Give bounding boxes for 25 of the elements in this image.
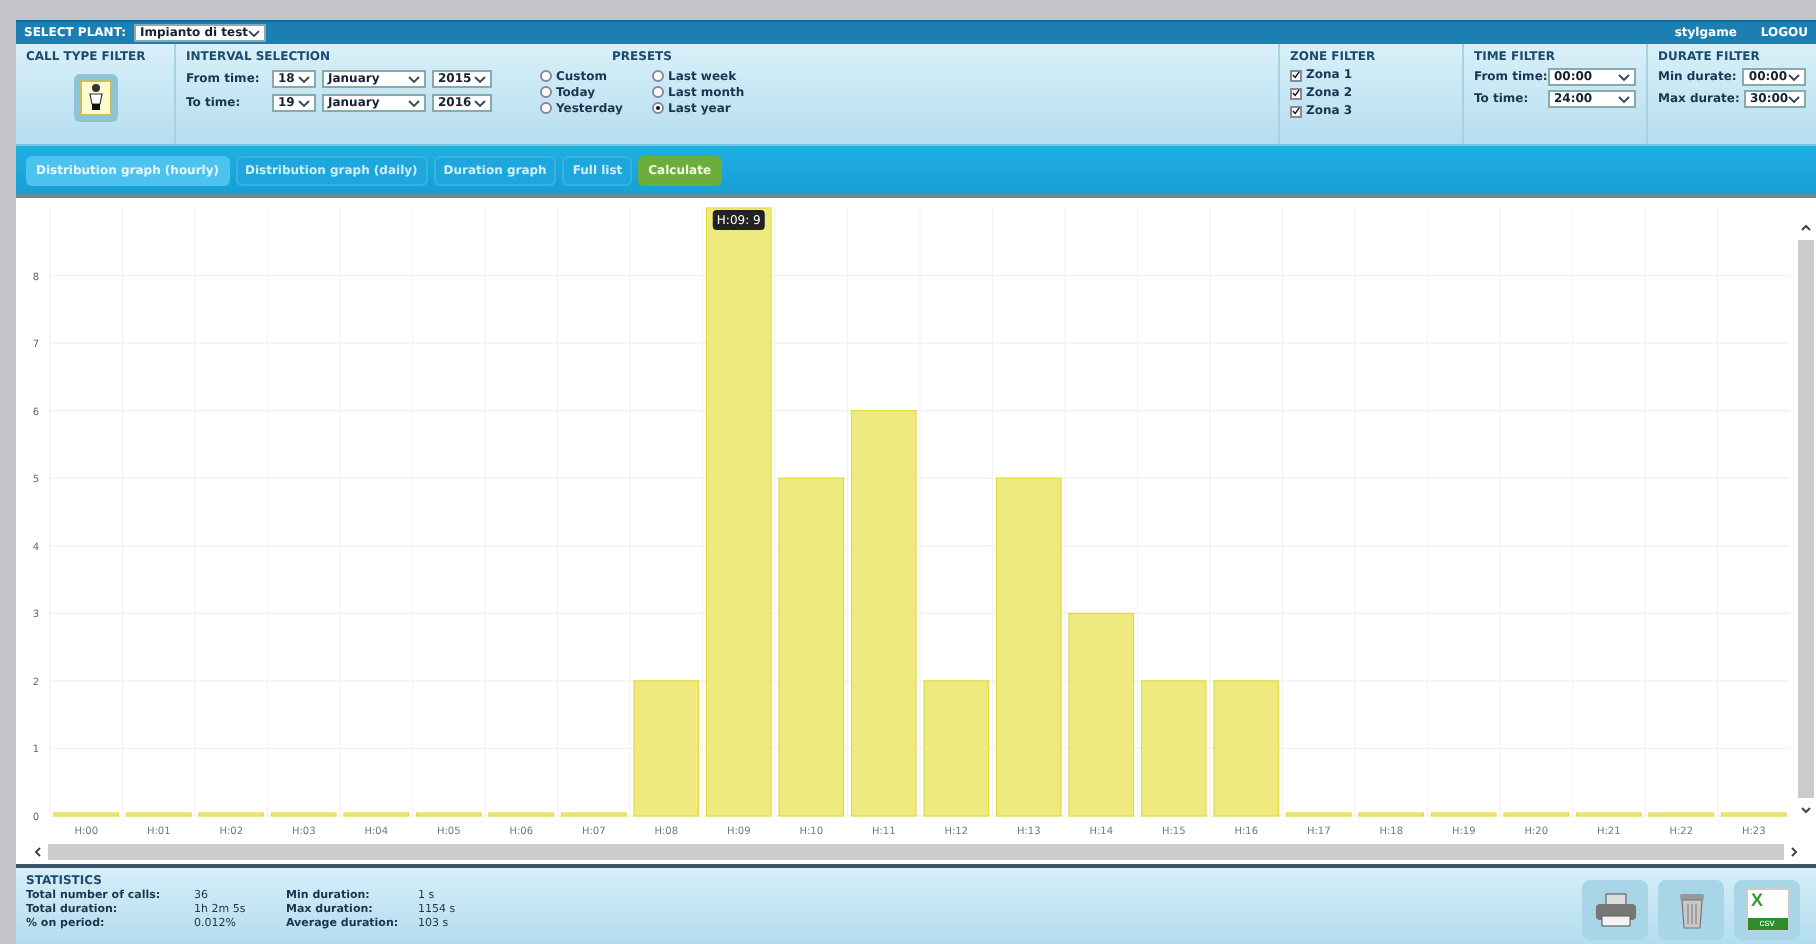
caret-icon bbox=[474, 75, 486, 83]
caret-icon bbox=[248, 29, 260, 37]
caret-icon bbox=[298, 99, 310, 107]
scrollbar-thumb[interactable] bbox=[48, 844, 1784, 860]
scroll-up-icon[interactable] bbox=[1800, 222, 1812, 234]
bar[interactable] bbox=[705, 207, 772, 817]
caret-icon bbox=[1788, 73, 1800, 81]
print-button[interactable] bbox=[1582, 880, 1648, 940]
delete-button[interactable] bbox=[1658, 880, 1724, 940]
scroll-right-icon[interactable] bbox=[1788, 846, 1800, 858]
person-icon bbox=[79, 80, 111, 116]
trash-icon bbox=[1677, 890, 1705, 930]
caret-icon bbox=[474, 99, 486, 107]
scrollbar-thumb[interactable] bbox=[1798, 240, 1814, 798]
printer-icon bbox=[1593, 892, 1637, 928]
scroll-down-icon[interactable] bbox=[1800, 804, 1812, 816]
caret-icon bbox=[298, 75, 310, 83]
caret-icon bbox=[408, 99, 420, 107]
export-letter: X bbox=[1751, 890, 1764, 910]
caret-icon bbox=[1618, 95, 1630, 103]
caret-icon bbox=[1618, 73, 1630, 81]
call-type-button[interactable] bbox=[73, 74, 117, 122]
caret-icon bbox=[1788, 95, 1801, 103]
caret-icon bbox=[408, 75, 420, 83]
scroll-left-icon[interactable] bbox=[32, 846, 44, 858]
